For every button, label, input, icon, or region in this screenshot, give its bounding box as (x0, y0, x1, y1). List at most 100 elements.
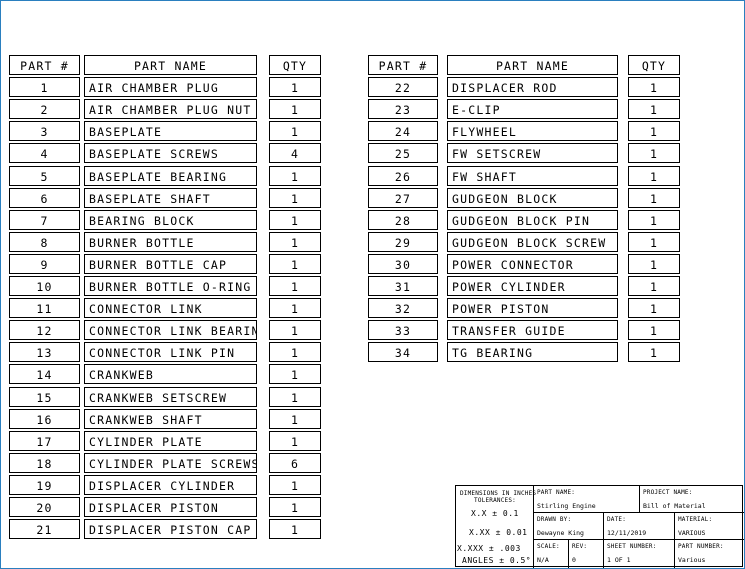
cell-qty: 1 (628, 166, 680, 186)
rev-value: 0 (572, 556, 576, 564)
cell-part-name: CRANKWEB SETSCREW (84, 387, 257, 407)
date-label: DATE: (607, 516, 627, 523)
cell-qty: 1 (628, 121, 680, 141)
cell-part-number: 4 (9, 143, 80, 163)
project-name-label: PROJECT NAME: (643, 489, 693, 496)
cell-part-number: 22 (368, 77, 438, 97)
tolerance-x-x: X.X ± 0.1 (471, 509, 519, 518)
cell-part-name: FLYWHEEL (447, 121, 618, 141)
header-part-name: PART NAME (447, 55, 618, 75)
cell-part-name: DISPLACER ROD (447, 77, 618, 97)
cell-qty: 1 (269, 342, 321, 362)
cell-qty: 1 (269, 77, 321, 97)
cell-part-number: 27 (368, 188, 438, 208)
cell-part-name: GUDGEON BLOCK PIN (447, 210, 618, 230)
material-value: VARIOUS (678, 529, 706, 537)
cell-part-name: CYLINDER PLATE (84, 431, 257, 451)
tolerance-x-xx: X.XX ± 0.01 (469, 528, 528, 537)
tolerance-heading: DIMENSIONS IN INCHES (460, 490, 537, 497)
cell-part-name: CONNECTOR LINK BEARING (84, 320, 257, 340)
cell-part-number: 1 (9, 77, 80, 97)
cell-part-name: BASEPLATE SCREWS (84, 143, 257, 163)
cell-part-number: 17 (9, 431, 80, 451)
tolerance-x-xxx: X.XXX ± .003 (457, 544, 521, 553)
cell-qty: 1 (269, 232, 321, 252)
cell-part-number: 13 (9, 342, 80, 362)
scale-label: SCALE: (537, 543, 560, 550)
cell-part-number: 31 (368, 276, 438, 296)
scale-value: N/A (537, 556, 549, 564)
title-block: DIMENSIONS IN INCHES TOLERANCES: X.X ± 0… (455, 485, 744, 568)
tolerance-subheading: TOLERANCES: (474, 497, 516, 504)
drawn-by-label: DRAWN BY: (537, 516, 572, 523)
cell-part-number: 24 (368, 121, 438, 141)
cell-part-name: DISPLACER CYLINDER (84, 475, 257, 495)
cell-part-number: 11 (9, 298, 80, 318)
cell-qty: 1 (628, 188, 680, 208)
part-name-value: Stirling Engine (537, 502, 596, 510)
cell-part-number: 32 (368, 298, 438, 318)
cell-part-number: 15 (9, 387, 80, 407)
cell-part-number: 7 (9, 210, 80, 230)
cell-part-name: POWER CYLINDER (447, 276, 618, 296)
cell-part-number: 20 (9, 497, 80, 517)
cell-qty: 1 (269, 475, 321, 495)
cell-qty: 1 (269, 387, 321, 407)
cell-qty: 1 (628, 254, 680, 274)
cell-part-number: 5 (9, 166, 80, 186)
cell-part-number: 14 (9, 364, 80, 384)
cell-part-name: POWER CONNECTOR (447, 254, 618, 274)
cell-qty: 6 (269, 453, 321, 473)
cell-part-name: BURNER BOTTLE O-RING (84, 276, 257, 296)
project-name-value: Bill of Material (643, 502, 706, 510)
cell-part-name: CRANKWEB (84, 364, 257, 384)
cell-qty: 1 (269, 409, 321, 429)
cell-part-name: BASEPLATE SHAFT (84, 188, 257, 208)
cell-part-name: BASEPLATE BEARING (84, 166, 257, 186)
cell-qty: 1 (269, 188, 321, 208)
cell-part-name: GUDGEON BLOCK SCREW (447, 232, 618, 252)
sheet-number-value: 1 OF 1 (607, 556, 631, 564)
cell-part-name: AIR CHAMBER PLUG (84, 77, 257, 97)
cell-part-name: CONNECTOR LINK (84, 298, 257, 318)
cell-part-number: 9 (9, 254, 80, 274)
cell-part-name: CONNECTOR LINK PIN (84, 342, 257, 362)
cell-part-name: POWER PISTON (447, 298, 618, 318)
cell-part-number: 25 (368, 143, 438, 163)
cell-part-name: BURNER BOTTLE CAP (84, 254, 257, 274)
cell-part-number: 33 (368, 320, 438, 340)
cell-part-name: BASEPLATE (84, 121, 257, 141)
cell-part-number: 29 (368, 232, 438, 252)
header-part-number: PART # (368, 55, 438, 75)
cell-part-name: DISPLACER PISTON CAP (84, 519, 257, 539)
cell-qty: 1 (269, 431, 321, 451)
cell-qty: 1 (628, 298, 680, 318)
cell-qty: 1 (269, 210, 321, 230)
part-number-value: Various (678, 556, 706, 564)
cell-part-name: CYLINDER PLATE SCREWS (84, 453, 257, 473)
cell-qty: 1 (269, 519, 321, 539)
cell-part-number: 16 (9, 409, 80, 429)
cell-part-number: 23 (368, 99, 438, 119)
cell-qty: 1 (628, 143, 680, 163)
cell-part-name: TRANSFER GUIDE (447, 320, 618, 340)
cell-part-number: 30 (368, 254, 438, 274)
cell-qty: 1 (628, 342, 680, 362)
cell-qty: 1 (269, 364, 321, 384)
header-qty: QTY (628, 55, 680, 75)
cell-qty: 1 (269, 298, 321, 318)
cell-qty: 1 (628, 210, 680, 230)
cell-part-name: DISPLACER PISTON (84, 497, 257, 517)
cell-part-name: FW SHAFT (447, 166, 618, 186)
cell-part-number: 34 (368, 342, 438, 362)
cell-part-number: 12 (9, 320, 80, 340)
cell-qty: 4 (269, 143, 321, 163)
cell-part-number: 3 (9, 121, 80, 141)
cell-part-name: BURNER BOTTLE (84, 232, 257, 252)
cell-part-number: 18 (9, 453, 80, 473)
cell-part-number: 26 (368, 166, 438, 186)
cell-part-name: TG BEARING (447, 342, 618, 362)
cell-part-number: 2 (9, 99, 80, 119)
cell-part-name: GUDGEON BLOCK (447, 188, 618, 208)
drawn-by-value: Dewayne King (537, 529, 584, 537)
